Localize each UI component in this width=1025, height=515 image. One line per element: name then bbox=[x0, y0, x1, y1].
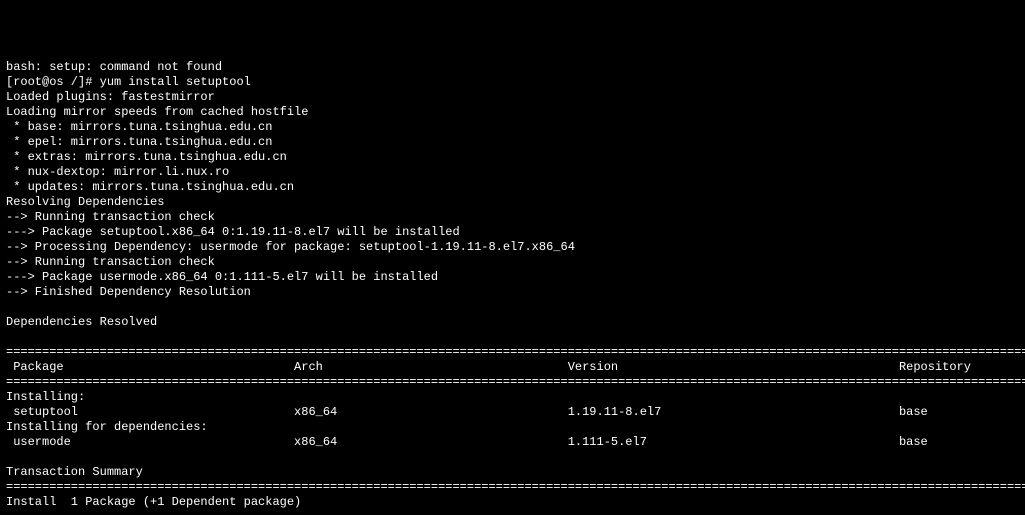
terminal-output: bash: setup: command not found [root@os … bbox=[0, 60, 1025, 515]
